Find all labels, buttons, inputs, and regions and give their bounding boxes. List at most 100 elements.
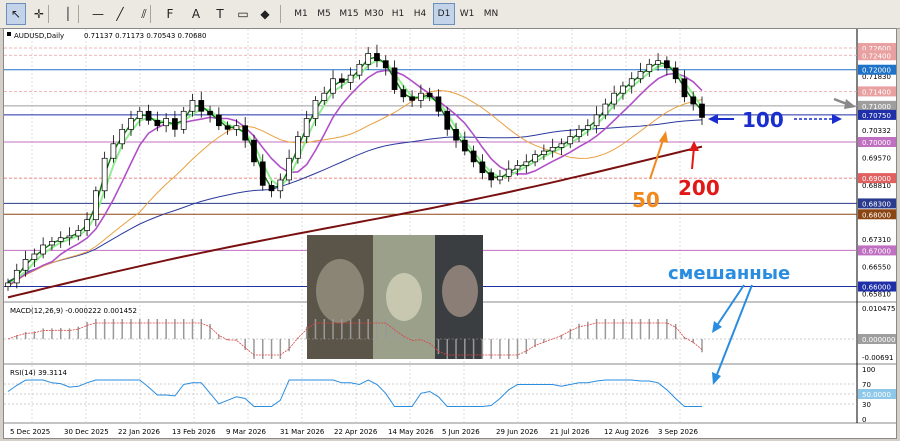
time-axis-label: 14 May 2026 [388,428,434,436]
candle-body [57,237,64,242]
candle-body [163,118,169,127]
time-axis-label: 5 Jun 2026 [442,428,480,436]
rsi-value-label: 50.0000 [862,391,891,399]
candle-body [646,63,653,72]
horizontal-line-icon[interactable]: — [88,3,108,25]
arrow-mixed-1-head [712,321,722,333]
candle-body [224,125,231,130]
candle-body [444,110,451,130]
time-axis-label: 22 Jan 2026 [118,428,161,436]
candle-body [136,110,143,119]
timeframe-h4-button[interactable]: H4 [409,3,431,25]
timeframe-d1-button[interactable]: D1 [433,3,455,25]
chart-window[interactable]: AUDUSD,Daily 0.71137 0.71173 0.70543 0.70… [3,28,897,439]
vertical-line-icon[interactable]: │ [58,3,78,25]
trendline-icon[interactable]: ╱ [110,3,130,25]
candle-body [602,103,609,116]
candle-body [5,282,11,287]
toolbar-separator [280,5,281,23]
symbol-label: AUDUSD,Daily [14,32,64,40]
washington-portrait [386,273,422,321]
candle-body [110,143,117,159]
fibonacci-icon[interactable]: F [160,3,180,25]
candle-body [426,92,433,98]
arrow-200-head [689,141,699,151]
timeframe-m1-button[interactable]: M1 [290,3,312,25]
text-label-icon[interactable]: T [210,3,230,25]
ohlc-label: 0.71137 0.71173 0.70543 0.70680 [84,32,206,40]
candle-body [523,161,530,166]
candle-body [119,128,126,145]
candle-body [374,53,380,62]
candle-body [681,78,688,98]
toolbar: ↖ ✛ │ — ╱ ⫽ F A T ▭ ◆ M1 M5 M15 M30 H1 H4 D1 W1 MN [0,0,900,29]
price-level-tag-text: 0.67000 [862,247,891,255]
candle-body [558,143,565,148]
timeframe-m5-button[interactable]: M5 [313,3,335,25]
timeframe-h1-button[interactable]: H1 [387,3,409,25]
price-axis-label: 0.67310 [862,236,891,244]
timeframe-m30-button[interactable]: M30 [362,3,386,25]
candle-body [101,157,108,192]
candle-body [400,89,407,98]
arrow-marker-icon[interactable]: ◆ [255,3,275,25]
price-level-tag-text: 0.66000 [862,284,891,292]
price-axis-label: 0.70332 [862,127,891,135]
candle-body [49,241,55,246]
candle-body [479,161,486,174]
candle-body [189,100,196,112]
candle-body [242,125,249,141]
time-axis-label: 21 Jul 2026 [550,428,590,436]
candle-body [620,85,626,94]
candle-body [40,244,46,255]
candle-body [84,219,90,231]
price-level-tag-text: 0.71400 [862,88,891,96]
left-face [316,259,364,323]
candle-body [690,96,697,105]
time-axis-label: 22 Apr 2026 [334,428,378,436]
timeframe-w1-button[interactable]: W1 [456,3,478,25]
candle-body [215,114,222,127]
timeframe-m15-button[interactable]: M15 [337,3,361,25]
gray-arrow-head [844,99,856,109]
candle-body [488,172,495,181]
time-axis-label: 31 Mar 2026 [280,428,325,436]
annotation-mixed: смешанные [668,263,790,284]
candle-body [470,150,477,163]
text-icon[interactable]: A [186,3,206,25]
symbol-marker [7,32,11,36]
time-axis-label: 13 Feb 2026 [172,428,216,436]
price-level-tag-text: 0.72400 [862,52,891,60]
price-level-tag-text: 0.71000 [862,103,891,111]
candle-body [180,110,187,130]
crosshair-icon[interactable]: ✛ [29,3,49,25]
candle-body [567,136,574,145]
equidistant-channel-icon[interactable]: ⫽ [134,3,154,25]
candle-body [611,92,618,105]
candle-body [637,71,644,80]
candle-body [198,100,205,112]
timeframe-mn-button[interactable]: MN [480,3,502,25]
candle-body [303,118,310,137]
candle-body [13,269,20,284]
candle-body [66,235,73,239]
candle-body [295,136,301,159]
rsi-label: RSI(14) 39.3114 [10,369,67,377]
candle-body [497,175,503,181]
right-face [442,265,478,317]
time-axis-label: 12 Aug 2026 [604,428,649,436]
chart-canvas[interactable]: AUDUSD,Daily 0.71137 0.71173 0.70543 0.70… [4,29,897,439]
price-axis-label: 0.66550 [862,264,891,272]
price-axis-label: 0.65810 [862,290,891,298]
annotation-200: 200 [678,176,720,200]
candle-body [312,100,319,119]
rsi-axis-label: 70 [862,381,871,389]
candle-body [365,53,372,65]
candle-body [75,230,82,237]
rectangle-icon[interactable]: ▭ [233,3,253,25]
candle-body [251,139,257,163]
cursor-icon[interactable]: ↖ [6,3,26,25]
candle-body [330,78,336,94]
arrow-100-head [708,114,718,124]
time-axis-label: 9 Mar 2026 [226,428,266,436]
